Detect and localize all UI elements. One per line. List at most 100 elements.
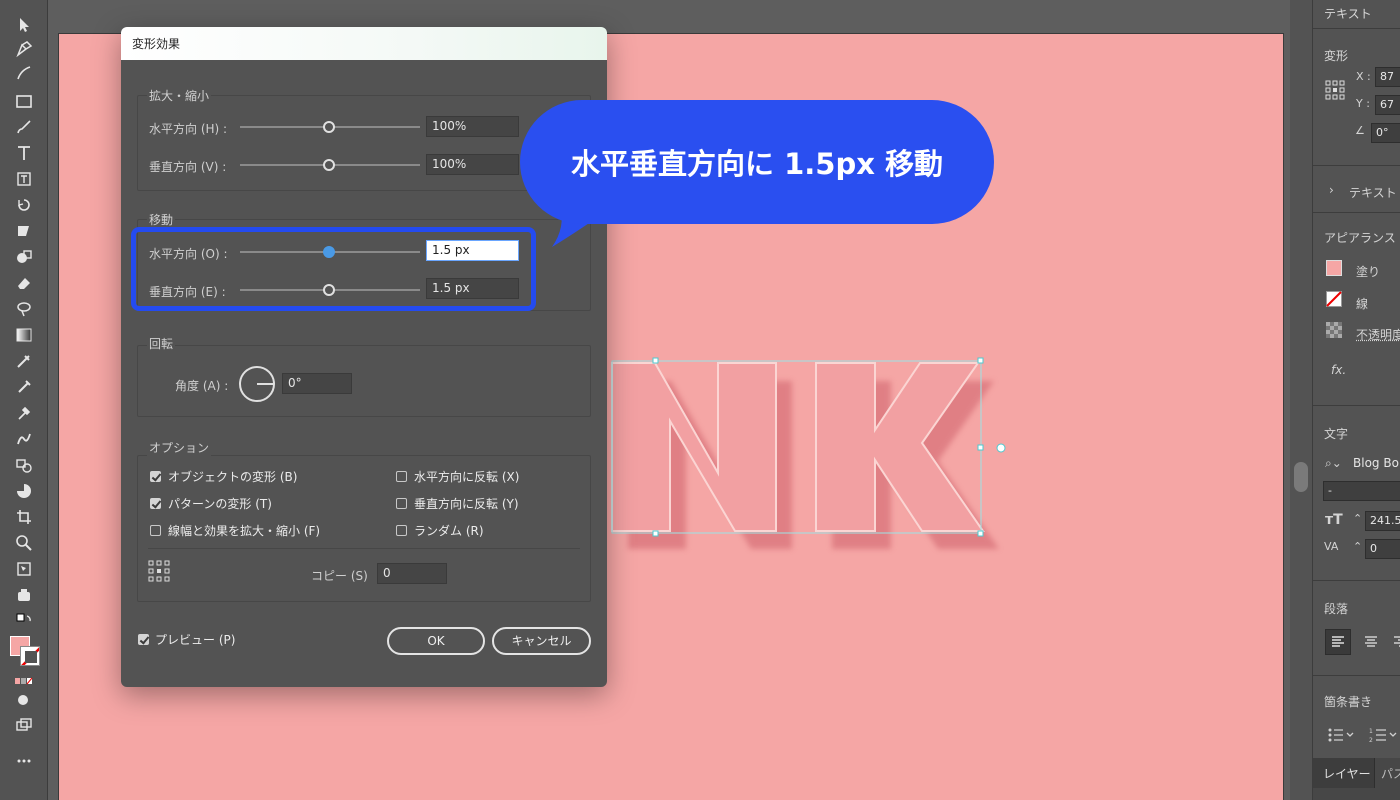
pen-tool-icon[interactable] (9, 38, 39, 60)
tab-layers[interactable]: レイヤー (1313, 758, 1375, 788)
brush-tool-icon[interactable] (9, 116, 39, 138)
transform-title: 変形 (1324, 49, 1349, 63)
scale-horizontal-field[interactable]: 100% (426, 116, 519, 137)
hand-tool-icon[interactable] (9, 584, 39, 606)
more-tools-icon[interactable] (9, 750, 39, 772)
random-checkbox[interactable] (396, 525, 407, 536)
angle-dial-icon[interactable] (238, 365, 276, 403)
artboard-tool-icon[interactable] (9, 506, 39, 528)
transform-patterns-label[interactable]: パターンの変形 (T) (168, 495, 272, 512)
reflect-x-checkbox[interactable] (396, 471, 407, 482)
scale-strokes-checkbox[interactable] (150, 525, 161, 536)
opacity-label[interactable]: 不透明度 (1356, 326, 1400, 343)
tracking-field[interactable]: 0 (1365, 539, 1400, 559)
area-type-tool-icon[interactable] (9, 168, 39, 190)
text-section-title[interactable]: テキスト (1349, 184, 1397, 201)
scale-group-title: 拡大・縮小 (147, 87, 212, 104)
font-size-field[interactable]: 241.5 (1365, 511, 1400, 531)
angle-field[interactable]: 0° (282, 373, 352, 394)
reflect-y-label[interactable]: 垂直方向に反転 (Y) (414, 495, 519, 512)
screen-mode-icon[interactable] (9, 714, 39, 736)
scale-strokes-label[interactable]: 線幅と効果を拡大・縮小 (F) (168, 522, 320, 539)
curvature-tool-icon[interactable] (9, 62, 39, 84)
x-field[interactable]: 87 (1375, 67, 1400, 87)
reference-point-icon[interactable] (148, 560, 170, 582)
scale-horizontal-slider-thumb[interactable] (323, 121, 335, 133)
scale-vertical-slider-thumb[interactable] (323, 159, 335, 171)
live-paint-tool-icon[interactable] (9, 454, 39, 476)
bullets-title: 箇条書き (1324, 695, 1373, 709)
move-section-highlight (131, 227, 536, 311)
copies-field[interactable]: 0 (377, 563, 447, 584)
font-size-icon: ᴛT (1325, 512, 1343, 528)
tab-paths[interactable]: パス (1375, 758, 1400, 788)
eraser-tool-icon[interactable] (9, 272, 39, 294)
opacity-icon[interactable] (1326, 322, 1342, 338)
align-right-button[interactable] (1389, 631, 1400, 653)
gradient-tool-icon[interactable] (9, 324, 39, 346)
font-style-field[interactable]: - (1323, 481, 1400, 501)
rotate-group-title: 回転 (147, 335, 176, 352)
transform-objects-checkbox[interactable] (150, 471, 161, 482)
selection-tool-icon[interactable] (9, 14, 39, 36)
stroke-label: 線 (1356, 297, 1369, 311)
angle-field[interactable]: 0° (1371, 123, 1400, 143)
pie-graph-tool-icon[interactable] (9, 480, 39, 502)
rotate-tool-icon[interactable] (9, 194, 39, 216)
nk-artwork[interactable] (600, 355, 1020, 585)
fx-icon[interactable]: fx. (1331, 363, 1346, 377)
stroke-none-icon[interactable] (1326, 291, 1342, 307)
fill-swatch[interactable] (1326, 260, 1342, 276)
mesh-tool-icon[interactable] (9, 350, 39, 372)
reflect-x-label[interactable]: 水平方向に反転 (X) (414, 468, 519, 485)
preview-checkbox[interactable] (138, 634, 149, 645)
reference-point-icon[interactable] (1325, 80, 1345, 100)
callout-text: 水平垂直方向に 1.5px 移動 (570, 147, 944, 181)
copies-label: コピー (S) (311, 569, 368, 583)
transform-patterns-checkbox[interactable] (150, 498, 161, 509)
symbol-sprayer-icon[interactable] (9, 376, 39, 398)
svg-text:2: 2 (1369, 737, 1373, 744)
scale-tool-icon[interactable] (9, 220, 39, 242)
bullet-list-icon[interactable] (1327, 725, 1357, 745)
random-label[interactable]: ランダム (R) (414, 522, 484, 539)
align-center-button[interactable] (1360, 631, 1382, 653)
numbered-list-icon[interactable]: 12 (1368, 725, 1398, 745)
free-transform-tool-icon[interactable] (9, 558, 39, 580)
svg-text:1: 1 (1369, 728, 1373, 735)
align-left-button[interactable] (1325, 629, 1351, 655)
blend-tool-icon[interactable] (9, 428, 39, 450)
cancel-button[interactable]: キャンセル (492, 627, 591, 655)
lasso-tool-icon[interactable] (9, 298, 39, 320)
options-group-title: オプション (147, 439, 212, 456)
properties-panel: テキスト 変形 X : 87 Y : 67 ∠ 0° › テキスト アピアランス… (1312, 0, 1400, 800)
eyedropper-tool-icon[interactable] (9, 402, 39, 424)
color-mode-icons[interactable] (9, 670, 39, 692)
scale-vertical-field[interactable]: 100% (426, 154, 519, 175)
ok-button[interactable]: OK (387, 627, 485, 655)
reflect-y-checkbox[interactable] (396, 498, 407, 509)
font-size-stepper-icon[interactable]: ⌃ (1353, 512, 1362, 525)
tracking-stepper-icon[interactable]: ⌃ (1353, 540, 1362, 553)
draw-mode-icon[interactable] (9, 690, 39, 712)
font-search-icon[interactable]: ⌕⌄ (1325, 456, 1342, 471)
chevron-right-icon[interactable]: › (1329, 183, 1334, 197)
paragraph-title: 段落 (1324, 602, 1349, 616)
rectangle-tool-icon[interactable] (9, 90, 39, 112)
scale-horizontal-label: 水平方向 (H) : (149, 122, 228, 136)
scrollbar-thumb[interactable] (1294, 462, 1308, 492)
type-tool-icon[interactable] (9, 142, 39, 164)
transform-objects-label[interactable]: オブジェクトの変形 (B) (168, 468, 297, 485)
y-field[interactable]: 67 (1375, 95, 1400, 115)
vertical-scrollbar[interactable] (1290, 0, 1312, 800)
angle-label: 角度 (A) : (175, 379, 229, 393)
preview-label[interactable]: プレビュー (P) (155, 631, 235, 648)
fill-label: 塗り (1356, 265, 1381, 279)
shape-builder-tool-icon[interactable] (9, 246, 39, 268)
x-label: X : (1356, 70, 1371, 83)
stroke-none-swatch[interactable] (20, 646, 40, 666)
swap-fill-stroke-icon[interactable] (9, 610, 39, 632)
zoom-tool-icon[interactable] (9, 532, 39, 554)
dialog-titlebar[interactable]: 変形効果 (121, 27, 607, 60)
font-family-field[interactable]: Blog Bo (1353, 456, 1399, 470)
